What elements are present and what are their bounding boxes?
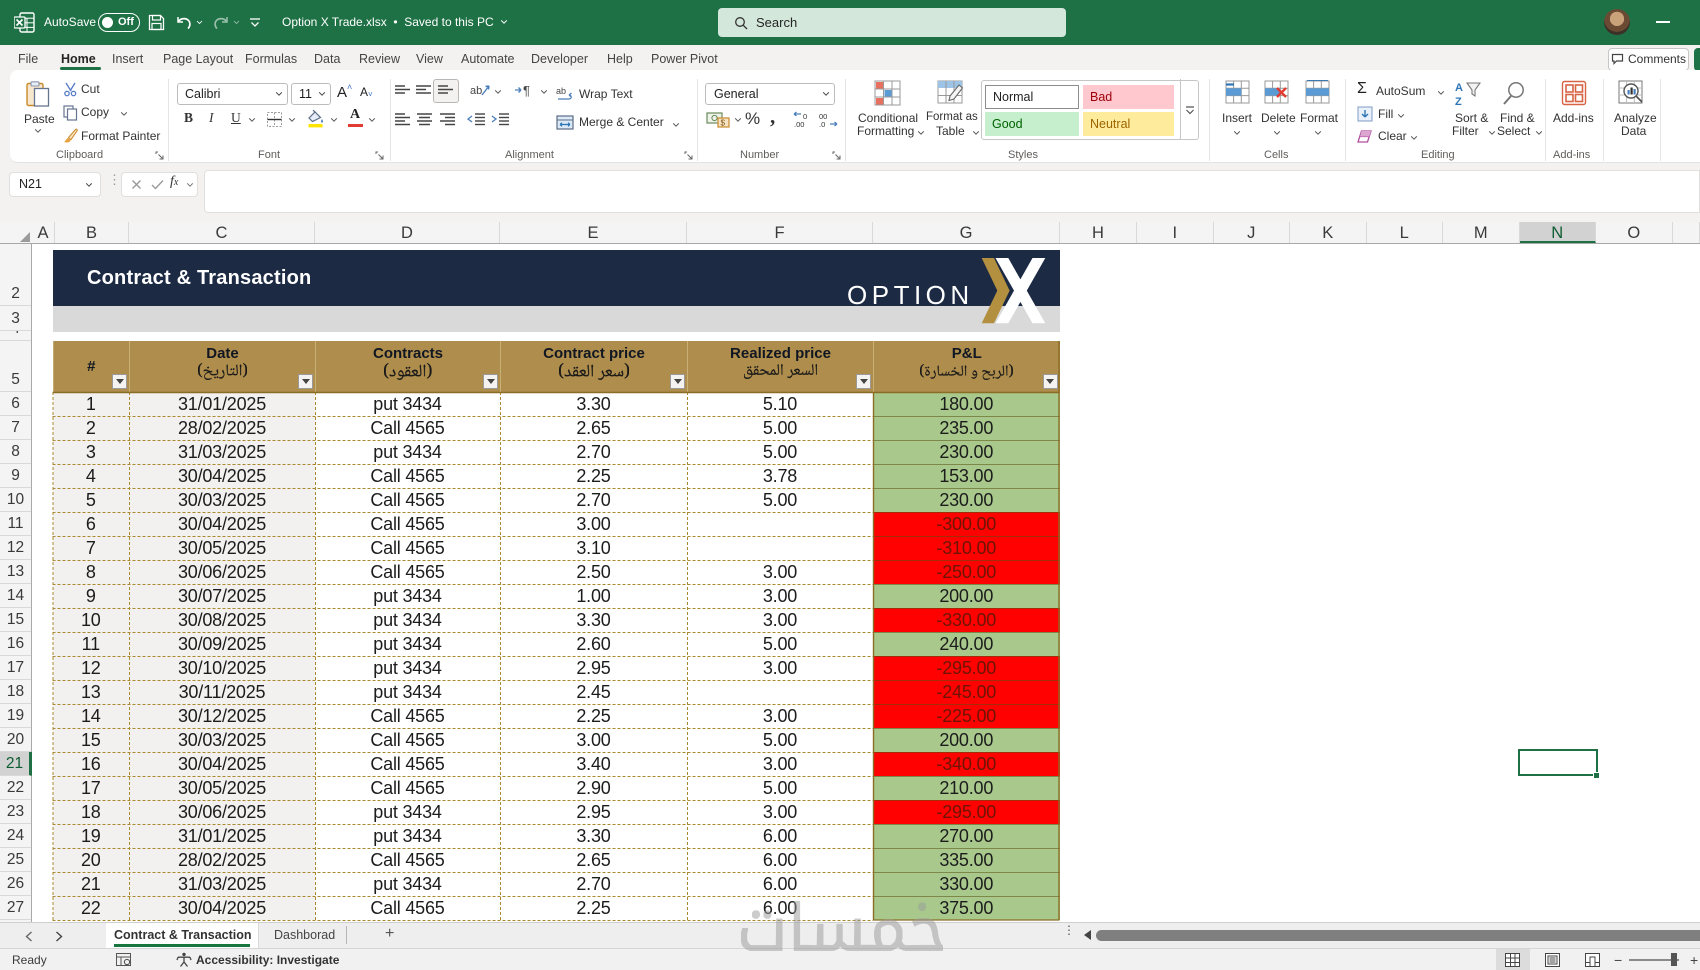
svg-text:¶: ¶ [523,83,530,97]
svg-text:$: $ [721,119,726,128]
svg-text:ab: ab [470,85,482,97]
svg-text:A: A [1455,82,1463,94]
svg-text:.0: .0 [819,120,825,128]
svg-text:Z: Z [1455,96,1462,107]
svg-text:ab: ab [556,86,566,96]
svg-text:.00: .00 [794,120,804,128]
